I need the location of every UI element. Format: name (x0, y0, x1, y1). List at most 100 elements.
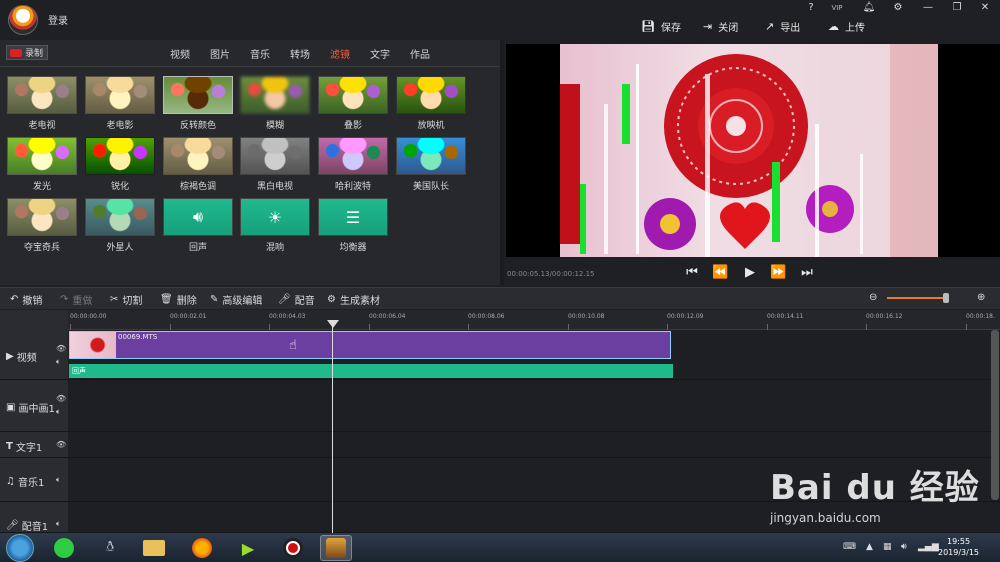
cloud-upload-icon: ☁ (828, 19, 839, 33)
ruler-tick-label: 00:00:18. (966, 313, 995, 320)
watermark-logo: Bai du 经验 (770, 468, 980, 508)
filter-item[interactable]: 美国队长 (396, 137, 466, 192)
save-button[interactable]: 💾︎ 保存 (641, 18, 681, 34)
zoom-slider-track[interactable] (887, 297, 949, 299)
tab-filter[interactable]: 滤镜 (320, 46, 360, 61)
tab-music[interactable]: 音乐 (240, 46, 280, 61)
pencil-icon: ✎ (210, 294, 219, 305)
tab-works[interactable]: 作品 (400, 46, 440, 61)
close-icon[interactable]: ✕ (978, 2, 992, 13)
filter-item[interactable]: 老电视 (7, 76, 77, 131)
microphone-icon: 🎤︎ (6, 520, 19, 531)
speaker-icon[interactable]: 🔈︎ (56, 357, 61, 367)
filter-thumbnail (85, 76, 155, 114)
vip-icon[interactable]: VIP (830, 4, 844, 12)
delete-button[interactable]: 🗑︎ 删除 (160, 292, 197, 307)
filter-thumbnail (163, 137, 233, 175)
dub-button[interactable]: 🎤︎ 配音 (278, 292, 315, 307)
filter-item[interactable]: 外星人 (85, 198, 155, 253)
timeline-ruler[interactable] (68, 310, 1000, 330)
system-clock[interactable]: 19:55 2019/3/15 (938, 536, 979, 558)
tab-transition[interactable]: 转场 (280, 46, 320, 61)
timeline-scrollbar[interactable] (991, 330, 999, 500)
filter-item[interactable]: 老电影 (85, 76, 155, 131)
signal-icon[interactable]: ▂▄▆ (918, 542, 939, 552)
redo-button[interactable]: ↷ 重做 (60, 292, 92, 307)
filter-item[interactable]: 锐化 (85, 137, 155, 192)
record-button[interactable]: 录制 (6, 45, 48, 60)
filter-item[interactable]: 叠影 (318, 76, 388, 131)
bell-icon[interactable]: 🔔︎ (862, 2, 876, 13)
file-explorer-icon[interactable] (138, 535, 170, 561)
start-button[interactable] (6, 534, 34, 562)
speaker-icon[interactable]: 🔈︎ (56, 475, 61, 485)
advanced-edit-button[interactable]: ✎ 高级编辑 (210, 292, 262, 307)
undo-button[interactable]: ↶ 撤销 (10, 292, 42, 307)
tab-video[interactable]: 视频 (160, 46, 200, 61)
help-icon[interactable]: ? (804, 2, 818, 13)
ruler-tick-label: 00:00:16.12 (866, 313, 903, 320)
filter-item[interactable]: 反转颜色 (163, 76, 233, 131)
zoom-slider-handle[interactable] (943, 293, 949, 303)
speaker-icon[interactable]: 🔈︎ (56, 519, 61, 529)
tab-text[interactable]: 文字 (360, 46, 400, 61)
generate-material-button[interactable]: ⚙ 生成素材 (327, 292, 380, 307)
filter-item[interactable]: 放映机 (396, 76, 466, 131)
tab-image[interactable]: 图片 (200, 46, 240, 61)
filter-thumbnail (396, 76, 466, 114)
network-icon[interactable]: ▦ (883, 542, 892, 552)
filter-item[interactable]: ☰ 均衡器 (318, 198, 388, 253)
skip-start-icon[interactable]: ⏮ (684, 265, 700, 280)
microphone-icon: 🎤︎ (278, 294, 291, 305)
video-clip[interactable] (69, 331, 671, 359)
show-hidden-icon[interactable]: ▲ (866, 542, 873, 552)
filter-thumbnail (318, 76, 388, 114)
export-button[interactable]: ↗ 导出 (765, 18, 800, 34)
filter-item[interactable]: 🔊︎ 回声 (163, 198, 233, 253)
reverb-icon: ☀ (240, 198, 310, 236)
video-editor-icon[interactable]: ▶ (232, 535, 264, 561)
filter-item[interactable]: 哈利波特 (318, 137, 388, 192)
zoom-in-icon[interactable]: ⊕ (977, 292, 985, 303)
keyboard-icon[interactable]: ⌨ (843, 542, 856, 552)
ruler-tick-label: 00:00:00.00 (70, 313, 107, 320)
filter-item[interactable]: 模糊 (240, 76, 310, 131)
close-project-button[interactable]: ⇥ 关闭 (703, 18, 738, 34)
eye-icon[interactable]: 👁︎ (56, 344, 66, 353)
panel-splitter[interactable] (500, 40, 504, 285)
play-icon[interactable]: ▶ (742, 265, 758, 280)
filter-item[interactable]: 棕褐色调 (163, 137, 233, 192)
volume-icon[interactable]: 🔊︎ (901, 542, 907, 552)
cut-button[interactable]: ✂ 切割 (110, 292, 142, 307)
filter-clip[interactable] (69, 364, 673, 378)
pip-track[interactable] (0, 380, 1000, 432)
step-forward-icon[interactable]: ⏩ (770, 265, 786, 280)
eye-icon[interactable]: 👁︎ (56, 394, 66, 403)
current-app-icon[interactable] (320, 535, 352, 561)
restore-icon[interactable]: ❐ (950, 2, 964, 13)
filter-item[interactable]: 夺宝奇兵 (7, 198, 77, 253)
filter-item[interactable]: 黑白电视 (240, 137, 310, 192)
step-back-icon[interactable]: ⏪ (712, 265, 728, 280)
speaker-icon[interactable]: 🔈︎ (56, 407, 61, 417)
filter-thumbnail (163, 76, 233, 114)
export-icon: ↗ (765, 19, 775, 33)
equalizer-icon: ☰ (318, 198, 388, 236)
eye-icon[interactable]: 👁︎ (56, 440, 66, 449)
text-track[interactable] (0, 432, 1000, 458)
browser-360-icon[interactable] (48, 535, 80, 561)
qq-icon[interactable]: 🐧︎ (94, 535, 126, 561)
skip-end-icon[interactable]: ⏭ (799, 265, 815, 280)
playhead-line[interactable] (332, 320, 333, 534)
filter-item[interactable]: ☀ 混响 (240, 198, 310, 253)
playhead-handle[interactable] (327, 320, 339, 328)
filter-item[interactable]: 发光 (7, 137, 77, 192)
login-link[interactable]: 登录 (48, 12, 68, 27)
minimize-icon[interactable]: — (921, 2, 935, 13)
zoom-out-icon[interactable]: ⊖ (869, 292, 877, 303)
firefox-icon[interactable] (186, 535, 218, 561)
gear-icon[interactable]: ⚙ (891, 2, 905, 13)
record-app-icon[interactable] (277, 535, 309, 561)
ruler-tick-label: 00:00:02.01 (170, 313, 207, 320)
upload-button[interactable]: ☁ 上传 (828, 18, 865, 34)
